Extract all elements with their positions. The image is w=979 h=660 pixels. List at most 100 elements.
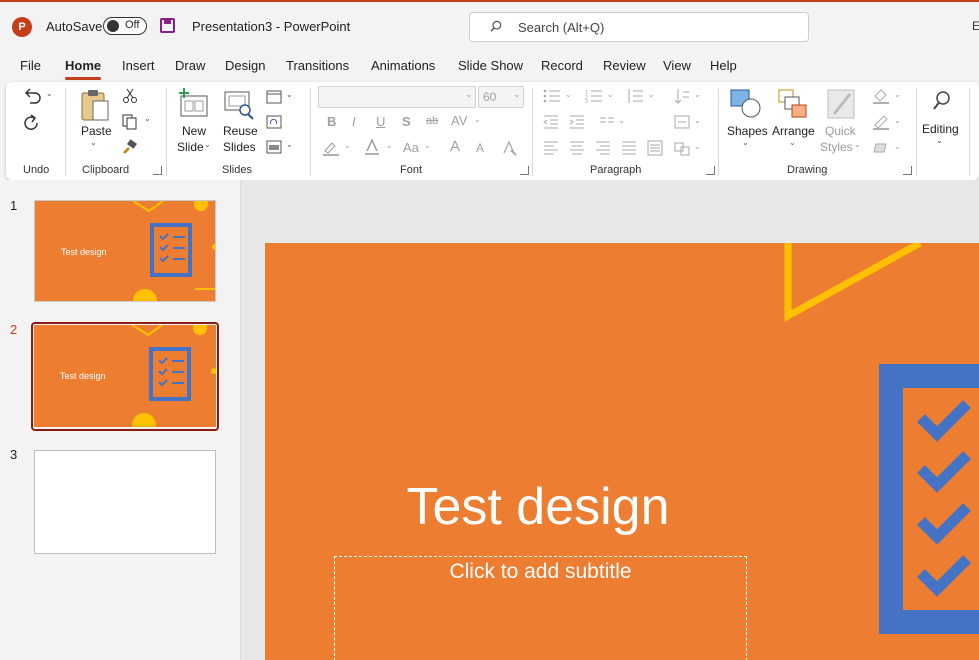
undo-dropdown-icon[interactable]: ⌄ <box>46 89 53 98</box>
section-dropdown-icon[interactable]: ⌄ <box>286 140 293 149</box>
shape-effects-icon[interactable] <box>872 140 890 156</box>
layout-icon[interactable] <box>266 90 282 104</box>
decrease-indent-icon[interactable] <box>543 115 559 129</box>
autosave-toggle[interactable]: Off <box>103 17 147 35</box>
copy-icon[interactable] <box>122 114 138 130</box>
line-spacing-icon[interactable] <box>626 88 644 104</box>
paragraph-launcher-icon[interactable] <box>706 166 715 175</box>
tab-record[interactable]: Record <box>541 58 583 73</box>
toggle-knob <box>107 20 119 32</box>
tab-view[interactable]: View <box>663 58 691 73</box>
tab-help[interactable]: Help <box>710 58 737 73</box>
quick-styles-icon <box>827 89 855 119</box>
reset-icon[interactable] <box>266 115 282 129</box>
font-size-select[interactable]: 60 ⌄ <box>478 86 524 108</box>
autosave-label: AutoSave <box>46 19 103 34</box>
group-label-font: Font <box>400 164 423 176</box>
editing-dropdown-icon: ⌄ <box>936 136 943 145</box>
font-launcher-icon[interactable] <box>520 166 529 175</box>
clipboard-launcher-icon[interactable] <box>153 166 162 175</box>
text-direction-icon[interactable] <box>674 88 690 104</box>
increase-indent-icon[interactable] <box>569 115 585 129</box>
current-slide[interactable]: Test design Click to add subtitle <box>265 243 979 660</box>
layout-dropdown-icon[interactable]: ⌄ <box>286 90 293 99</box>
columns-dropdown-icon[interactable]: ⌄ <box>618 116 625 125</box>
font-name-dropdown-icon: ⌄ <box>465 89 473 99</box>
bullets-dropdown-icon[interactable]: ⌄ <box>565 90 572 99</box>
line-spacing-dropdown-icon[interactable]: ⌄ <box>648 90 655 99</box>
tab-file[interactable]: File <box>20 58 41 73</box>
change-case-button[interactable]: Aa <box>403 140 419 155</box>
font-name-select[interactable]: ⌄ <box>318 86 476 108</box>
align-text-dropdown-icon[interactable]: ⌄ <box>694 116 701 125</box>
slide-1-title: Test design <box>61 247 107 257</box>
tab-insert[interactable]: Insert <box>122 58 155 73</box>
search-input[interactable]: Search (Alt+Q) <box>469 12 809 42</box>
slide-thumbnail-3[interactable] <box>34 450 216 554</box>
bullets-icon[interactable] <box>543 89 561 103</box>
italic-button[interactable]: I <box>352 114 356 129</box>
align-text-icon[interactable] <box>674 115 690 129</box>
shape-outline-dropdown-icon[interactable]: ⌄ <box>894 116 901 125</box>
shape-outline-icon[interactable] <box>872 114 890 130</box>
highlight-color-icon[interactable] <box>322 140 340 156</box>
align-left-icon[interactable] <box>543 141 559 155</box>
change-case-dropdown-icon[interactable]: ⌄ <box>424 141 431 150</box>
strikethrough-button[interactable]: ab <box>426 115 438 127</box>
tab-animations[interactable]: Animations <box>371 58 435 73</box>
shape-fill-dropdown-icon[interactable]: ⌄ <box>894 90 901 99</box>
subtitle-placeholder[interactable]: Click to add subtitle <box>334 556 747 660</box>
title-accent-line <box>0 0 979 2</box>
clear-formatting-icon[interactable] <box>502 140 518 156</box>
slide-number: 3 <box>10 447 18 462</box>
save-icon[interactable] <box>160 18 175 33</box>
user-initial[interactable]: E <box>972 19 979 33</box>
quick-styles-dropdown-icon: ⌄ <box>854 140 861 149</box>
smartart-dropdown-icon[interactable]: ⌄ <box>694 142 701 151</box>
justify-icon[interactable] <box>621 141 637 155</box>
drawing-launcher-icon[interactable] <box>903 166 912 175</box>
slide-thumbnail-2[interactable]: Test design <box>34 325 216 427</box>
format-painter-icon[interactable] <box>122 139 138 155</box>
tab-transitions[interactable]: Transitions <box>286 58 349 73</box>
section-icon[interactable] <box>266 140 282 154</box>
cut-icon[interactable] <box>122 88 138 104</box>
distributed-icon[interactable] <box>647 140 663 156</box>
arrange-dropdown-icon: ⌄ <box>789 138 796 147</box>
tab-slide-show[interactable]: Slide Show <box>458 58 523 73</box>
paste-dropdown-icon: ⌄ <box>90 138 97 147</box>
character-spacing-button[interactable]: AV <box>451 113 467 128</box>
reuse-slides-label-2: Slides <box>223 140 256 154</box>
copy-dropdown-icon[interactable]: ⌄ <box>144 114 151 123</box>
character-spacing-dropdown-icon[interactable]: ⌄ <box>474 115 481 124</box>
text-direction-dropdown-icon[interactable]: ⌄ <box>694 90 701 99</box>
align-right-icon[interactable] <box>595 141 611 155</box>
increase-font-button[interactable]: A <box>450 138 460 155</box>
shadow-button[interactable]: S <box>402 114 411 129</box>
font-color-dropdown-icon[interactable]: ⌄ <box>386 141 393 150</box>
powerpoint-logo-icon[interactable]: P <box>12 17 32 37</box>
smartart-icon[interactable] <box>674 140 690 156</box>
numbering-icon[interactable]: 123 <box>585 89 603 103</box>
numbering-dropdown-icon[interactable]: ⌄ <box>607 90 614 99</box>
quick-styles-label-1: Quick <box>825 124 856 138</box>
tab-draw[interactable]: Draw <box>175 58 205 73</box>
underline-button[interactable]: U <box>376 114 385 129</box>
slide-title[interactable]: Test design <box>265 477 811 537</box>
slide-editing-canvas[interactable]: Test design Click to add subtitle <box>241 180 979 660</box>
tab-review[interactable]: Review <box>603 58 646 73</box>
quick-styles-label-2: Styles <box>820 140 853 154</box>
columns-icon[interactable] <box>599 115 615 129</box>
decrease-font-button[interactable]: A <box>476 141 484 155</box>
redo-icon[interactable] <box>22 114 42 132</box>
font-color-icon[interactable] <box>364 138 380 156</box>
slide-thumbnail-1[interactable]: Test design <box>34 200 216 302</box>
undo-icon[interactable] <box>22 88 42 106</box>
highlight-dropdown-icon[interactable]: ⌄ <box>344 141 351 150</box>
shape-fill-icon[interactable] <box>872 88 890 104</box>
tab-design[interactable]: Design <box>225 58 265 73</box>
align-center-icon[interactable] <box>569 141 585 155</box>
shape-effects-dropdown-icon[interactable]: ⌄ <box>894 142 901 151</box>
tab-home[interactable]: Home <box>65 58 102 80</box>
bold-button[interactable]: B <box>327 114 336 129</box>
